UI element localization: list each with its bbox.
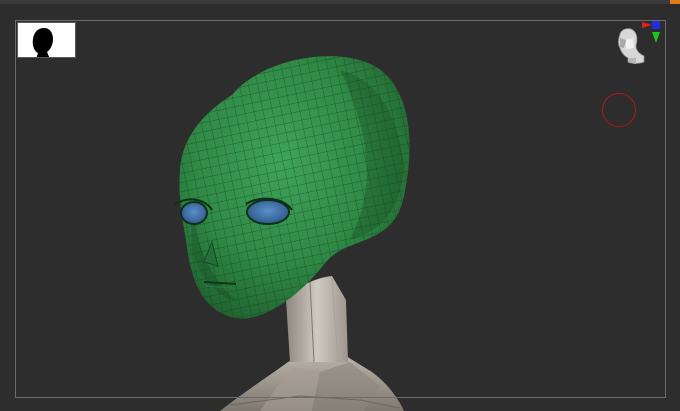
axis-gizmo-icon	[642, 21, 660, 43]
silhouette-icon	[32, 28, 53, 57]
viewport-frame	[15, 20, 666, 398]
head-navigator[interactable]	[606, 18, 666, 82]
rotation-ring-icon[interactable]	[602, 93, 636, 127]
zbrush-canvas	[0, 0, 680, 411]
silhouette-thumbnail[interactable]	[17, 22, 76, 58]
head-navigator-icon	[618, 21, 660, 64]
